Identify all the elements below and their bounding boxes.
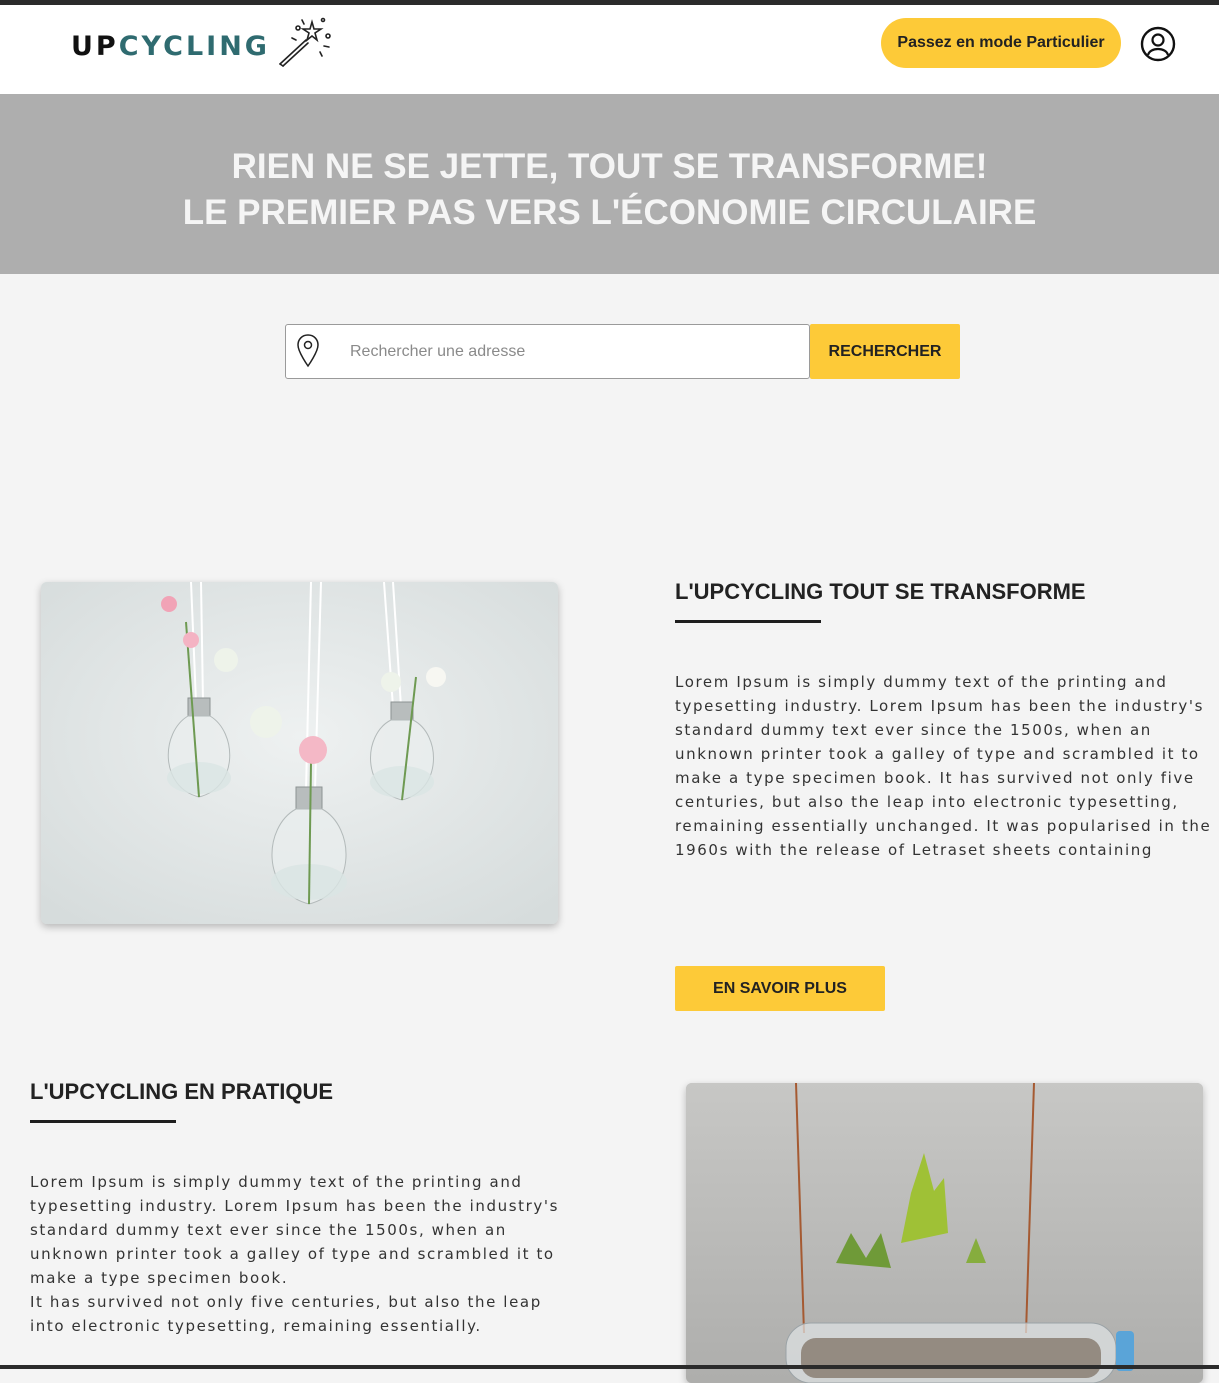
lightbulb-vases-photo	[41, 582, 558, 924]
section2-title: L'UPCYCLING EN PRATIQUE	[30, 1079, 334, 1104]
logo[interactable]: UPCYCLING	[71, 17, 334, 68]
section1-title: L'UPCYCLING TOUT SE TRANSFORME	[675, 579, 1086, 604]
section1-underline	[675, 620, 821, 623]
address-search-box[interactable]	[285, 324, 810, 379]
logo-up: UP	[71, 31, 119, 62]
user-account-icon[interactable]	[1140, 26, 1176, 62]
bottom-border	[0, 1365, 1219, 1369]
bottle-planter-image	[686, 1083, 1203, 1383]
learn-more-button[interactable]: EN SAVOIR PLUS	[675, 966, 885, 1011]
logo-text: UPCYCLING	[71, 30, 270, 64]
address-search-input[interactable]	[348, 337, 792, 367]
magic-wand-icon	[279, 17, 331, 67]
hero-banner: RIEN NE SE JETTE, TOUT SE TRANSFORME! LE…	[0, 94, 1219, 274]
site-header: UPCYCLING Passez en mode Particulier	[0, 5, 1219, 94]
hero-title-line2: LE PREMIER PAS VERS L'ÉCONOMIE CIRCULAIR…	[182, 193, 1037, 232]
lightbulb-vases-image	[41, 582, 558, 924]
hero-title-line1: RIEN NE SE JETTE, TOUT SE TRANSFORME!	[231, 147, 988, 186]
logo-cycling: CYCLING	[118, 31, 270, 62]
bottle-planter-photo	[686, 1083, 1203, 1383]
section2-body: Lorem Ipsum is simply dummy text of the …	[30, 1173, 559, 1335]
search-button[interactable]: RECHERCHER	[810, 324, 960, 379]
section1-body: Lorem Ipsum is simply dummy text of the …	[675, 673, 1212, 859]
switch-mode-button[interactable]: Passez en mode Particulier	[881, 18, 1121, 68]
section2-underline	[30, 1120, 176, 1123]
location-pin-icon	[297, 334, 319, 368]
